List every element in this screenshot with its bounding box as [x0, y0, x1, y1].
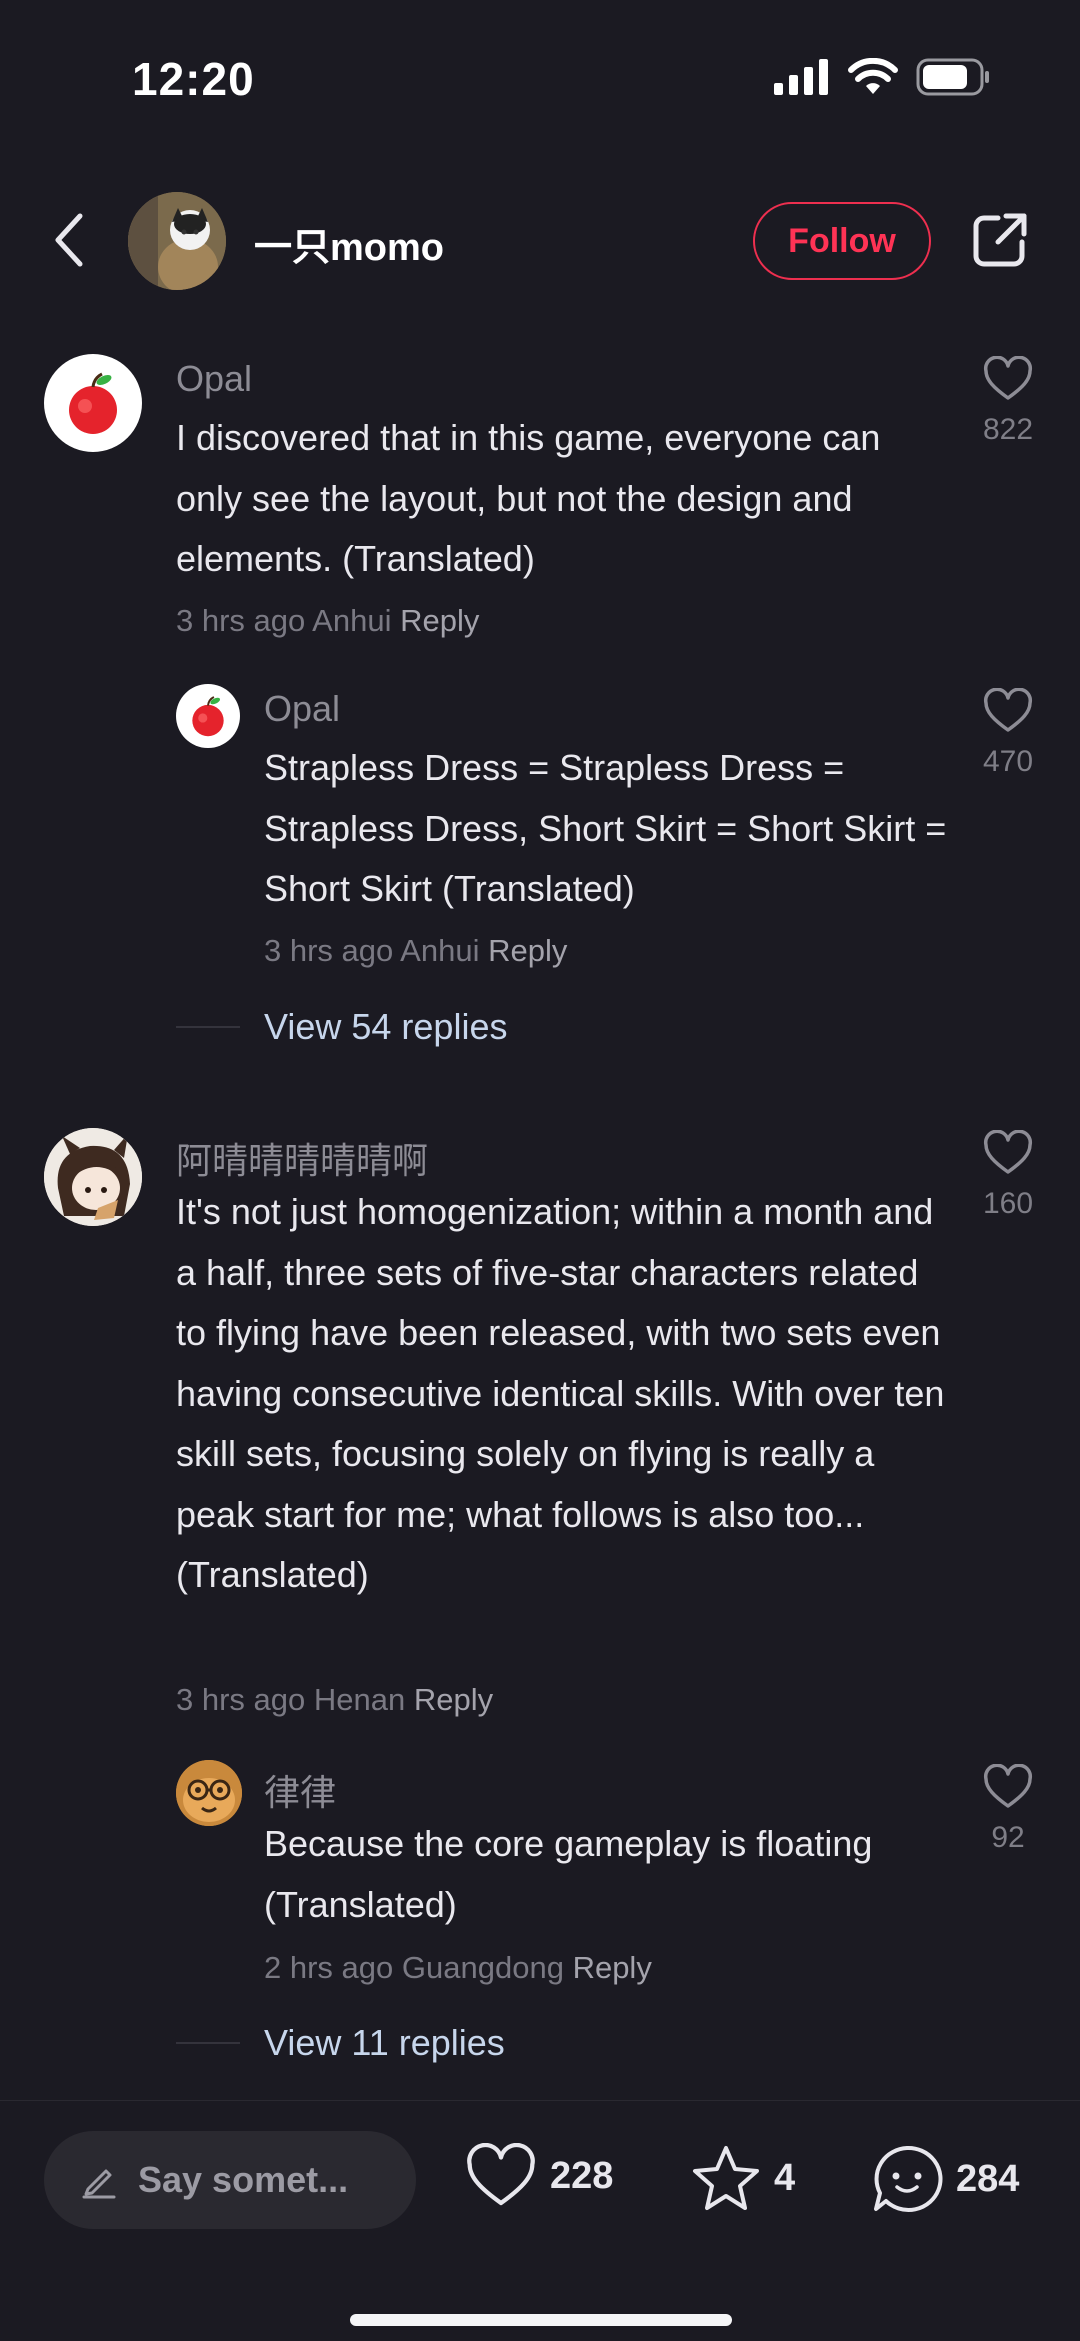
status-icons — [774, 58, 990, 96]
view-replies-link[interactable]: View 11 replies — [264, 2022, 505, 2064]
heart-icon[interactable] — [982, 687, 1034, 734]
comment-location: Anhui — [312, 603, 392, 638]
reply-button[interactable]: Reply — [488, 933, 567, 968]
commenter-avatar[interactable] — [176, 1760, 242, 1826]
signal-icon — [774, 59, 828, 95]
apple-icon — [69, 372, 117, 434]
comment-input[interactable]: Say somet... — [44, 2131, 416, 2229]
reply-meta: 3 hrs ago Anhui Reply — [264, 933, 567, 969]
comment-text: It's not just homogenization; within a m… — [176, 1191, 945, 1595]
comment-username[interactable]: Opal — [176, 358, 252, 400]
heart-icon[interactable] — [982, 1129, 1034, 1176]
reply-username[interactable]: Opal — [264, 688, 340, 730]
status-bar: 12:20 — [0, 0, 1080, 150]
author-avatar[interactable] — [128, 192, 226, 290]
heart-icon[interactable] — [982, 1763, 1034, 1810]
commenter-avatar[interactable] — [176, 684, 240, 748]
comment-meta: 3 hrs ago Henan Reply — [176, 1682, 493, 1718]
like-count: 160 — [982, 1187, 1034, 1220]
reply-location: Anhui — [400, 933, 480, 968]
comment-time: 3 hrs ago — [176, 603, 306, 638]
reply-time: 2 hrs ago — [264, 1950, 394, 1985]
status-time: 12:20 — [132, 53, 255, 105]
post-header: 一只momo Follow — [0, 190, 1080, 290]
comment-meta: 3 hrs ago Anhui Reply — [176, 603, 479, 639]
reply-meta: 2 hrs ago Guangdong Reply — [264, 1950, 652, 1986]
comment-like[interactable]: 822 — [973, 355, 1043, 447]
commenter-avatar[interactable] — [44, 354, 142, 452]
share-icon[interactable] — [970, 210, 1030, 270]
comment-time: 3 hrs ago — [176, 1682, 306, 1717]
reply-username[interactable]: 律律 — [264, 1764, 336, 1816]
comment-total: 284 — [956, 2157, 1020, 2200]
reply-text: Strapless Dress = Strapless Dress = Stra… — [264, 747, 947, 909]
cartoon-avatar-image — [176, 1760, 242, 1826]
back-icon[interactable] — [48, 210, 88, 270]
battery-icon — [916, 58, 989, 96]
pencil-icon — [82, 2169, 116, 2199]
view-replies-divider — [176, 2042, 240, 2044]
reply-location: Guangdong — [401, 1950, 564, 1985]
comment-text: I discovered that in this game, everyone… — [176, 417, 881, 579]
comment-action[interactable]: 284 — [870, 2143, 1019, 2215]
apple-icon — [192, 696, 224, 737]
like-count: 822 — [982, 413, 1034, 446]
reply-button[interactable]: Reply — [400, 603, 479, 638]
view-replies-link[interactable]: View 54 replies — [264, 1006, 507, 1048]
reply-time: 3 hrs ago — [264, 933, 394, 968]
reply-text: Because the core gameplay is floating (T… — [264, 1823, 873, 1925]
comment-bubble-icon[interactable] — [870, 2143, 944, 2215]
comment-input-placeholder: Say somet... — [138, 2159, 349, 2200]
like-total: 228 — [550, 2154, 614, 2197]
commenter-avatar[interactable] — [44, 1128, 142, 1226]
star-icon[interactable] — [690, 2143, 762, 2213]
comment-like[interactable]: 160 — [973, 1129, 1043, 1221]
comment-username[interactable]: 阿晴晴晴晴晴啊 — [176, 1132, 428, 1184]
wifi-icon — [848, 58, 898, 94]
view-replies-divider — [176, 1026, 240, 1028]
reply-like[interactable]: 92 — [973, 1763, 1043, 1855]
anime-avatar-image — [44, 1128, 142, 1226]
home-indicator[interactable] — [350, 2314, 732, 2326]
star-total: 4 — [774, 2156, 796, 2199]
like-count: 470 — [982, 745, 1034, 778]
reply-button[interactable]: Reply — [573, 1950, 652, 1985]
star-action[interactable]: 4 — [690, 2143, 795, 2213]
author-avatar-image — [128, 192, 226, 290]
comment-location: Henan — [313, 1682, 406, 1717]
follow-button[interactable]: Follow — [753, 202, 931, 280]
reply-button[interactable]: Reply — [414, 1682, 493, 1717]
heart-icon[interactable] — [464, 2143, 538, 2209]
bottom-action-bar: Say somet... 228 4 284 — [0, 2100, 1080, 2341]
heart-icon[interactable] — [982, 355, 1034, 402]
like-count: 92 — [991, 1821, 1025, 1854]
author-name[interactable]: 一只momo — [254, 216, 444, 271]
like-action[interactable]: 228 — [464, 2143, 613, 2209]
reply-like[interactable]: 470 — [973, 687, 1043, 779]
